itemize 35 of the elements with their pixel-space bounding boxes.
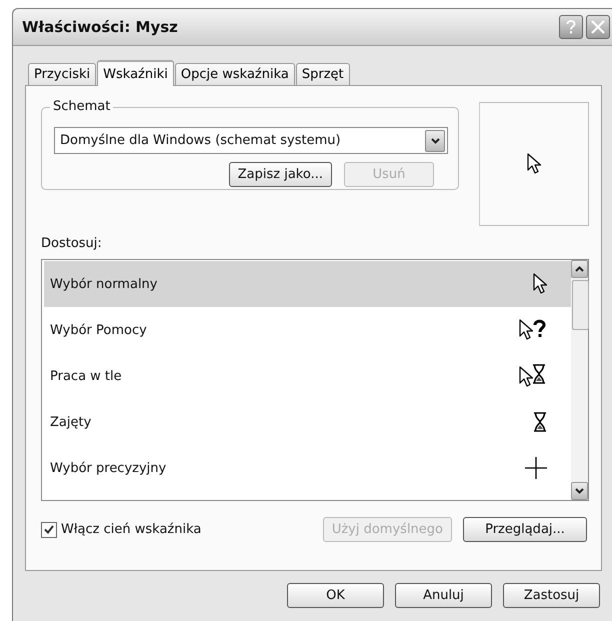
checkbox[interactable] xyxy=(41,522,57,538)
arrow-hourglass-icon xyxy=(519,364,547,388)
chevron-down-icon xyxy=(430,138,440,144)
dialog-button[interactable]: Zastosuj xyxy=(503,583,600,608)
dialog-button[interactable]: OK xyxy=(287,583,384,608)
close-icon xyxy=(591,20,605,34)
tab[interactable]: Przyciski xyxy=(28,63,96,85)
list-label: Dostosuj: xyxy=(41,236,103,251)
checkbox-label[interactable]: Włącz cień wskaźnika xyxy=(61,522,312,537)
hourglass-icon xyxy=(533,411,547,433)
list-item[interactable]: Wybór Pomocy xyxy=(44,307,571,353)
cursor-button[interactable]: Przeglądaj... xyxy=(463,517,587,542)
arrow-cursor-icon xyxy=(533,273,547,295)
list-item[interactable]: Praca w tle xyxy=(44,353,571,399)
scroll-thumb[interactable] xyxy=(572,280,589,330)
scheme-dropdown[interactable]: Domyślne dla Windows (schemat systemu) xyxy=(54,127,448,154)
arrow-cursor-icon xyxy=(527,153,541,175)
scheme-button[interactable]: Zapisz jako... xyxy=(228,162,332,187)
dialog-button[interactable]: Anuluj xyxy=(395,583,492,608)
scroll-up-button[interactable] xyxy=(571,260,588,278)
tab[interactable]: Sprzęt xyxy=(296,63,350,85)
help-button[interactable] xyxy=(559,15,583,39)
window-title: Właściwości: Mysz xyxy=(22,18,179,36)
question-mark-icon xyxy=(566,20,576,34)
tab[interactable]: Wskaźniki xyxy=(97,60,174,86)
list-item[interactable]: Wybór precyzyjny xyxy=(44,445,571,491)
close-button[interactable] xyxy=(586,15,610,39)
tab[interactable]: Opcje wskaźnika xyxy=(174,63,295,85)
list-item[interactable]: Wybór normalny xyxy=(44,261,571,307)
help-cursor-icon xyxy=(519,319,547,341)
scroll-down-button[interactable] xyxy=(571,482,588,500)
chevron-down-icon xyxy=(575,488,584,494)
chevron-up-icon xyxy=(575,266,584,272)
list-item[interactable]: Zajęty xyxy=(44,399,571,445)
crosshair-icon xyxy=(525,457,547,479)
